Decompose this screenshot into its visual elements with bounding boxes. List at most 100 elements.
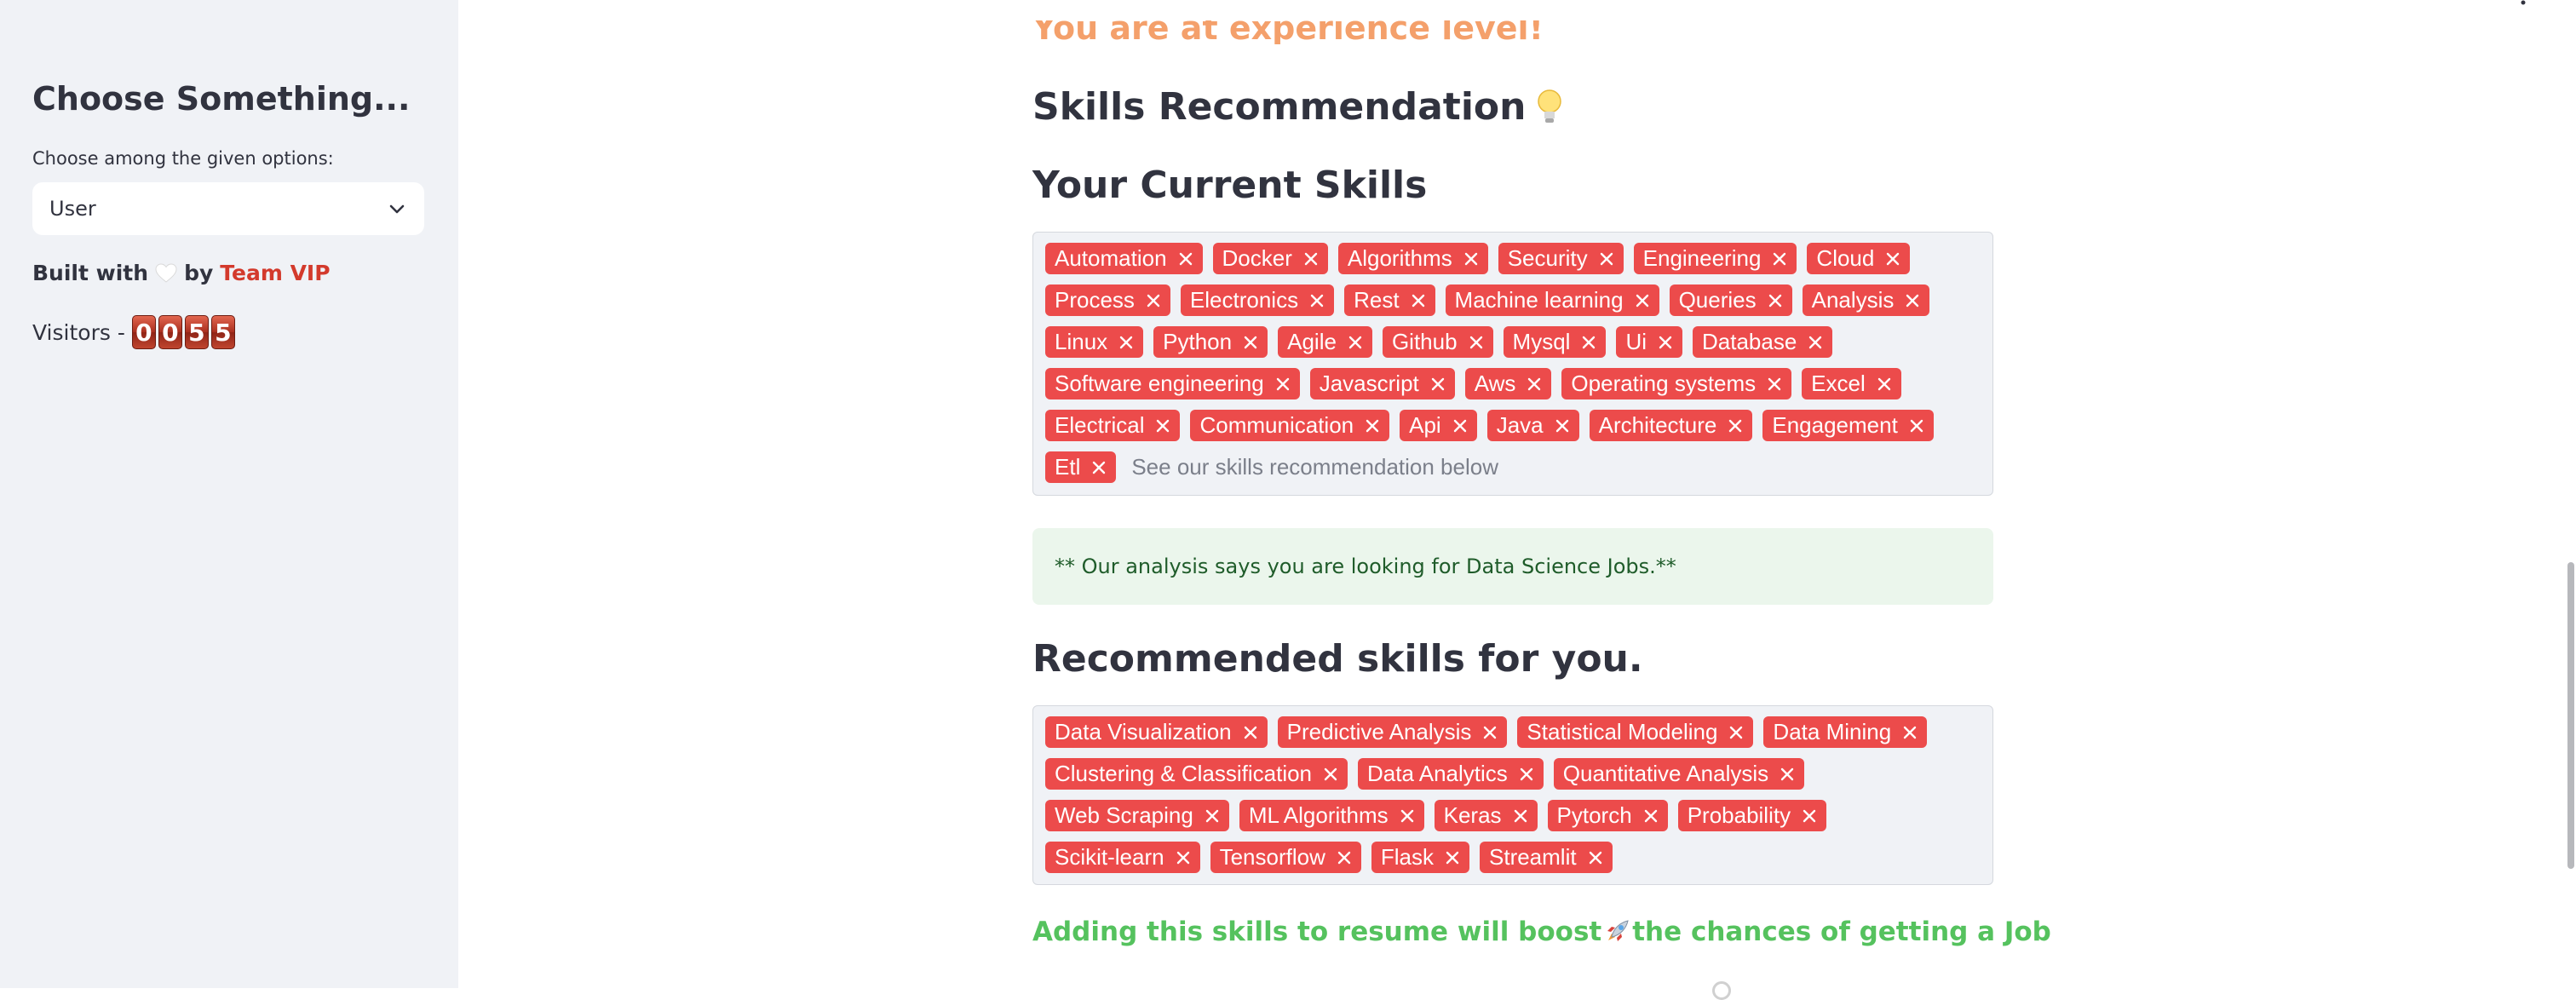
tag-remove-icon[interactable] bbox=[1463, 250, 1480, 267]
menu-kebab-icon[interactable] bbox=[2520, 0, 2527, 7]
tag-remove-icon[interactable] bbox=[1118, 334, 1135, 351]
skill-tag[interactable]: Ui bbox=[1616, 326, 1683, 358]
tag-remove-icon[interactable] bbox=[1242, 724, 1259, 741]
skill-tag[interactable]: Javascript bbox=[1309, 368, 1455, 399]
tag-remove-icon[interactable] bbox=[1175, 849, 1192, 866]
tag-remove-icon[interactable] bbox=[1090, 459, 1107, 476]
skill-tag[interactable]: Mysql bbox=[1503, 326, 1607, 358]
multiselect-placeholder[interactable]: See our skills recommendation below bbox=[1131, 454, 1498, 480]
skill-tag[interactable]: Machine learning bbox=[1445, 284, 1659, 316]
tag-remove-icon[interactable] bbox=[1399, 807, 1416, 825]
tag-remove-icon[interactable] bbox=[1901, 724, 1918, 741]
tag-remove-icon[interactable] bbox=[1177, 250, 1194, 267]
skill-tag[interactable]: Agile bbox=[1278, 326, 1372, 358]
tag-remove-icon[interactable] bbox=[1308, 292, 1325, 309]
skill-tag[interactable]: Docker bbox=[1212, 243, 1328, 274]
role-select[interactable]: User bbox=[32, 182, 424, 235]
skill-tag[interactable]: Flask bbox=[1371, 842, 1469, 873]
skill-tag[interactable]: Analysis bbox=[1802, 284, 1930, 316]
tag-remove-icon[interactable] bbox=[1801, 807, 1818, 825]
tag-remove-icon[interactable] bbox=[1145, 292, 1162, 309]
skill-tag[interactable]: Engagement bbox=[1762, 410, 1934, 441]
tag-remove-icon[interactable] bbox=[1598, 250, 1615, 267]
skill-tag[interactable]: Python bbox=[1153, 326, 1268, 358]
tag-remove-icon[interactable] bbox=[1779, 766, 1796, 783]
tag-remove-icon[interactable] bbox=[1634, 292, 1651, 309]
tag-remove-icon[interactable] bbox=[1554, 417, 1571, 434]
team-vip-link[interactable]: Team VIP bbox=[220, 261, 330, 285]
tag-remove-icon[interactable] bbox=[1728, 724, 1745, 741]
skill-tag[interactable]: Predictive Analysis bbox=[1277, 716, 1508, 748]
tag-remove-icon[interactable] bbox=[1242, 334, 1259, 351]
skill-tag[interactable]: Excel bbox=[1802, 368, 1901, 399]
skill-tag[interactable]: Communication bbox=[1190, 410, 1390, 441]
skill-tag[interactable]: Github bbox=[1382, 326, 1493, 358]
tag-remove-icon[interactable] bbox=[1302, 250, 1320, 267]
tag-remove-icon[interactable] bbox=[1884, 250, 1901, 267]
tag-remove-icon[interactable] bbox=[1444, 849, 1461, 866]
skill-tag[interactable]: Keras bbox=[1434, 800, 1538, 831]
skill-tag[interactable]: Data Visualization bbox=[1045, 716, 1268, 748]
tag-remove-icon[interactable] bbox=[1908, 417, 1925, 434]
skill-tag[interactable]: Data Analytics bbox=[1358, 758, 1544, 790]
multiselect-placeholder[interactable]: Recommended skills generated from System bbox=[1050, 883, 1491, 884]
tag-remove-icon[interactable] bbox=[1526, 376, 1543, 393]
skill-tag[interactable]: Algorithms bbox=[1337, 243, 1488, 274]
tag-remove-icon[interactable] bbox=[1518, 766, 1535, 783]
skill-tag[interactable]: Engineering bbox=[1633, 243, 1797, 274]
recommended-skills-multiselect[interactable]: Data Visualization Predictive Analysis Sta… bbox=[1032, 705, 1993, 885]
tag-remove-icon[interactable] bbox=[1727, 417, 1744, 434]
skill-tag[interactable]: Electrical bbox=[1045, 410, 1181, 441]
skill-tag[interactable]: ML Algorithms bbox=[1239, 800, 1424, 831]
tag-remove-icon[interactable] bbox=[1807, 334, 1824, 351]
skill-tag[interactable]: Etl bbox=[1045, 451, 1117, 483]
skill-tag[interactable]: Aws bbox=[1464, 368, 1552, 399]
tag-remove-icon[interactable] bbox=[1336, 849, 1353, 866]
skill-tag[interactable]: Cloud bbox=[1807, 243, 1911, 274]
tag-remove-icon[interactable] bbox=[1766, 376, 1783, 393]
skill-tag[interactable]: Automation bbox=[1045, 243, 1203, 274]
skill-tag[interactable]: Streamlit bbox=[1480, 842, 1613, 873]
skill-tag[interactable]: Electronics bbox=[1180, 284, 1335, 316]
tag-remove-icon[interactable] bbox=[1452, 417, 1469, 434]
tag-remove-icon[interactable] bbox=[1512, 807, 1529, 825]
tag-remove-icon[interactable] bbox=[1767, 292, 1784, 309]
skill-tag[interactable]: Tensorflow bbox=[1210, 842, 1361, 873]
skill-tag[interactable]: Clustering & Classification bbox=[1045, 758, 1348, 790]
tag-remove-icon[interactable] bbox=[1468, 334, 1485, 351]
tag-remove-icon[interactable] bbox=[1580, 334, 1597, 351]
skill-tag[interactable]: Quantitative Analysis bbox=[1553, 758, 1805, 790]
skill-tag[interactable]: Probability bbox=[1677, 800, 1827, 831]
skill-tag[interactable]: Api bbox=[1400, 410, 1477, 441]
tag-remove-icon[interactable] bbox=[1347, 334, 1364, 351]
tag-remove-icon[interactable] bbox=[1364, 417, 1381, 434]
current-skills-multiselect[interactable]: Automation Docker Algorithms Security Engine… bbox=[1032, 232, 1993, 496]
skill-tag[interactable]: Java bbox=[1486, 410, 1579, 441]
tag-remove-icon[interactable] bbox=[1429, 376, 1446, 393]
skill-tag[interactable]: Queries bbox=[1669, 284, 1792, 316]
skill-tag[interactable]: Linux bbox=[1045, 326, 1144, 358]
tag-remove-icon[interactable] bbox=[1481, 724, 1498, 741]
skill-tag[interactable]: Process bbox=[1045, 284, 1170, 316]
tag-remove-icon[interactable] bbox=[1771, 250, 1788, 267]
skill-tag[interactable]: Pytorch bbox=[1547, 800, 1668, 831]
tag-remove-icon[interactable] bbox=[1410, 292, 1427, 309]
skill-tag[interactable]: Statistical Modeling bbox=[1517, 716, 1754, 748]
skill-tag[interactable]: Software engineering bbox=[1045, 368, 1300, 399]
tag-remove-icon[interactable] bbox=[1642, 807, 1659, 825]
tag-remove-icon[interactable] bbox=[1904, 292, 1921, 309]
skill-tag[interactable]: Security bbox=[1498, 243, 1624, 274]
tag-remove-icon[interactable] bbox=[1322, 766, 1339, 783]
skill-tag[interactable]: Operating systems bbox=[1561, 368, 1792, 399]
tag-remove-icon[interactable] bbox=[1876, 376, 1893, 393]
skill-tag[interactable]: Data Mining bbox=[1763, 716, 1928, 748]
scrollbar-thumb[interactable] bbox=[2567, 562, 2574, 869]
skill-tag[interactable]: Scikit-learn bbox=[1045, 842, 1200, 873]
tag-remove-icon[interactable] bbox=[1587, 849, 1604, 866]
tag-remove-icon[interactable] bbox=[1274, 376, 1291, 393]
skill-tag[interactable]: Architecture bbox=[1589, 410, 1753, 441]
skill-tag[interactable]: Rest bbox=[1344, 284, 1435, 316]
tag-remove-icon[interactable] bbox=[1204, 807, 1221, 825]
tag-remove-icon[interactable] bbox=[1154, 417, 1171, 434]
skill-tag[interactable]: Database bbox=[1693, 326, 1833, 358]
